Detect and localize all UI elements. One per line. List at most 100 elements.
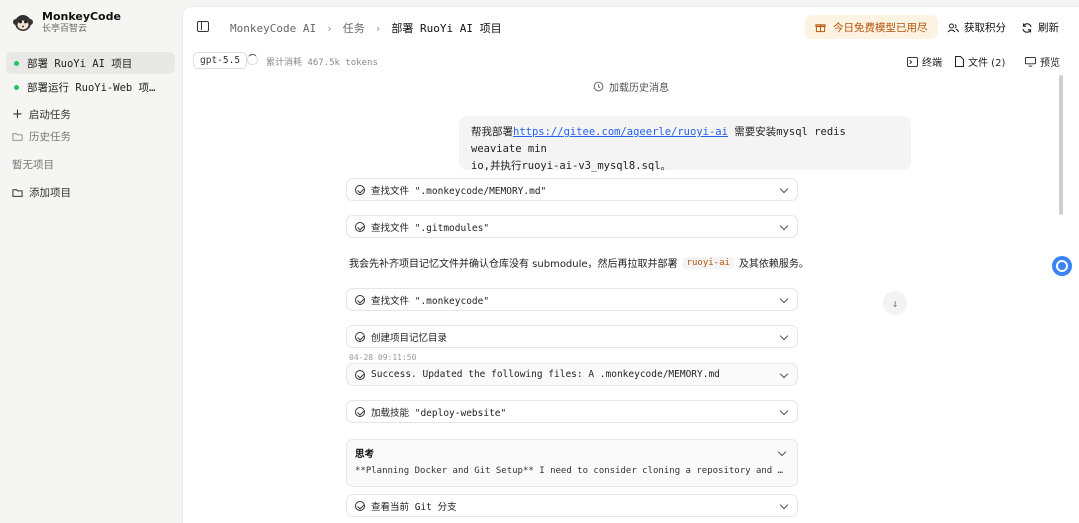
users-icon [947,23,959,32]
breadcrumb-root[interactable]: MonkeyCode AI [230,22,316,35]
tool-card-label: 查找文件 ".monkeycode" [371,295,490,307]
thinking-card[interactable]: 思考 **Planning Docker and Git Setup** I n… [346,439,798,487]
sidebar-toggle-icon[interactable] [197,21,209,32]
assistant-text-before: 我会先补齐项目记忆文件并确认仓库没有 submodule，然后再拉取并部署 [349,259,678,270]
tool-card-find-memory[interactable]: 查找文件 ".monkeycode/MEMORY.md" [346,178,798,201]
brand-name: MonkeyCode [42,10,121,23]
folder-add-icon [12,189,23,197]
chevron-down-icon [779,184,789,194]
load-history-label: 加载历史消息 [609,83,669,94]
repo-link[interactable]: https://gitee.com/ageerle/ruoyi-ai [513,126,728,138]
user-message-line2: io,并执行ruoyi-ai-v3_mysql8.sql。 [471,160,672,172]
add-project-button[interactable]: 添加项目 [12,185,71,200]
brand-subtitle: 长亭百智云 [42,24,88,34]
model-selector[interactable]: gpt-5.5 [193,52,248,69]
scroll-to-bottom-button[interactable]: ↓ [883,291,907,315]
status-dot-icon [14,84,19,90]
chevron-down-icon [779,294,789,304]
assistant-text-after: 及其依赖服务。 [738,259,809,270]
check-circle-icon [355,500,365,511]
chevron-down-icon [779,221,789,231]
top-bar: MonkeyCode AI › 任务 › 部署 RuoYi AI 项目 今日免费… [183,7,1079,47]
no-projects-text: 暂无项目 [12,159,54,171]
tool-card-find-gitmodules[interactable]: 查找文件 ".gitmodules" [346,215,798,238]
refresh-label: 刷新 [1038,22,1059,34]
history-tasks-label: 历史任务 [29,131,71,143]
check-circle-icon [355,406,365,417]
tool-card-label: 查看当前 Git 分支 [371,501,457,513]
tool-card-git-branch[interactable]: 查看当前 Git 分支 [346,494,798,517]
inline-code: ruoyi-ai [682,256,734,269]
check-circle-icon [355,331,365,342]
refresh-icon [1022,22,1032,33]
chevron-down-icon [779,369,789,379]
check-circle-icon [355,221,365,232]
breadcrumb-section[interactable]: 任务 [343,20,365,36]
tool-card-label: 创建项目记忆目录 [371,332,448,344]
message-timestamp: 04-28 09:11:50 [349,353,417,362]
tool-card-load-skill[interactable]: 加载技能 "deploy-website" [346,400,798,423]
chevron-down-icon [779,500,789,510]
chevron-down-icon [779,406,789,416]
status-dot-icon [14,60,19,66]
monitor-icon [1025,56,1036,67]
loading-spinner-icon [247,54,258,65]
terminal-icon [907,56,918,67]
gift-icon [815,23,826,32]
no-projects-label: 暂无项目 [12,157,54,172]
breadcrumb-separator: › [326,21,333,35]
check-circle-icon [355,294,365,305]
terminal-label: 终端 [922,58,942,69]
plus-icon: + [12,107,23,122]
tool-card-label: 加载技能 "deploy-website" [371,407,507,419]
user-message: 帮我部署https://gitee.com/ageerle/ruoyi-ai 需… [459,116,911,172]
terminal-button[interactable]: 终端 [907,54,942,69]
free-badge-label: 今日免费模型已用尽 [833,21,928,34]
arrow-down-icon: ↓ [891,296,899,310]
history-tasks-button[interactable]: 历史任务 [12,129,71,144]
sidebar-task-label: 部署 RuoYi AI 项目 [27,57,133,70]
sub-bar: gpt-5.5 累计消耗 467.5k tokens 终端 文件 (2) 预览 [183,49,1079,73]
free-model-exhausted-badge[interactable]: 今日免费模型已用尽 [805,15,938,39]
start-task-label: 启动任务 [28,109,71,121]
chevron-down-icon [779,331,789,341]
add-project-label: 添加项目 [29,187,71,199]
token-usage: 累计消耗 467.5k tokens [266,58,378,68]
folder-icon [12,133,23,141]
brand[interactable]: MonkeyCode 长亭百智云 [12,10,121,35]
file-icon [955,56,964,67]
files-label: 文件 (2) [968,58,1006,69]
tool-card-create-memory-dir[interactable]: 创建项目记忆目录 [346,325,798,348]
main-panel: MonkeyCode AI › 任务 › 部署 RuoYi AI 项目 今日免费… [182,6,1079,523]
assistant-message: 我会先补齐项目记忆文件并确认仓库没有 submodule，然后再拉取并部署 ru… [349,255,809,270]
check-circle-icon [355,184,365,195]
tool-card-label: Success. Updated the following files: A … [371,369,720,380]
user-message-prefix: 帮我部署 [471,126,513,138]
breadcrumb: MonkeyCode AI › 任务 › 部署 RuoYi AI 项目 [230,20,502,36]
user-message-line1: 帮我部署https://gitee.com/ageerle/ruoyi-ai 需… [471,124,899,158]
tool-card-find-monkeycode[interactable]: 查找文件 ".monkeycode" [346,288,798,311]
sidebar-task-label: 部署运行 RuoYi-Web 项… [27,81,156,94]
sidebar-task-deploy-ruoyi-web[interactable]: 部署运行 RuoYi-Web 项… [6,76,175,98]
tool-card-label: 查找文件 ".monkeycode/MEMORY.md" [371,185,547,197]
sidebar-task-deploy-ruoyi-ai[interactable]: 部署 RuoYi AI 项目 [6,52,175,74]
breadcrumb-separator: › [374,21,382,35]
preview-button[interactable]: 预览 [1025,54,1060,69]
get-points-label: 获取积分 [964,22,1006,34]
assistant-float-button[interactable] [1052,256,1072,276]
files-button[interactable]: 文件 (2) [955,54,1005,69]
thinking-title: 思考 [355,449,375,460]
scrollbar-thumb[interactable] [1059,75,1063,215]
monkey-logo-icon [13,14,33,31]
history-clock-icon [593,81,604,92]
start-task-button[interactable]: + 启动任务 [12,107,71,122]
check-circle-icon [355,369,365,380]
preview-label: 预览 [1040,58,1060,69]
load-history-button[interactable]: 加载历史消息 [593,79,669,94]
sidebar: MonkeyCode 长亭百智云 部署 RuoYi AI 项目 部署运行 Ruo… [0,0,182,523]
get-points-button[interactable]: 获取积分 [947,20,1006,35]
tool-card-success-update[interactable]: Success. Updated the following files: A … [346,363,798,386]
thinking-body: **Planning Docker and Git Setup** I need… [355,466,787,476]
breadcrumb-current: 部署 RuoYi AI 项目 [391,22,502,35]
refresh-button[interactable]: 刷新 [1021,20,1059,35]
